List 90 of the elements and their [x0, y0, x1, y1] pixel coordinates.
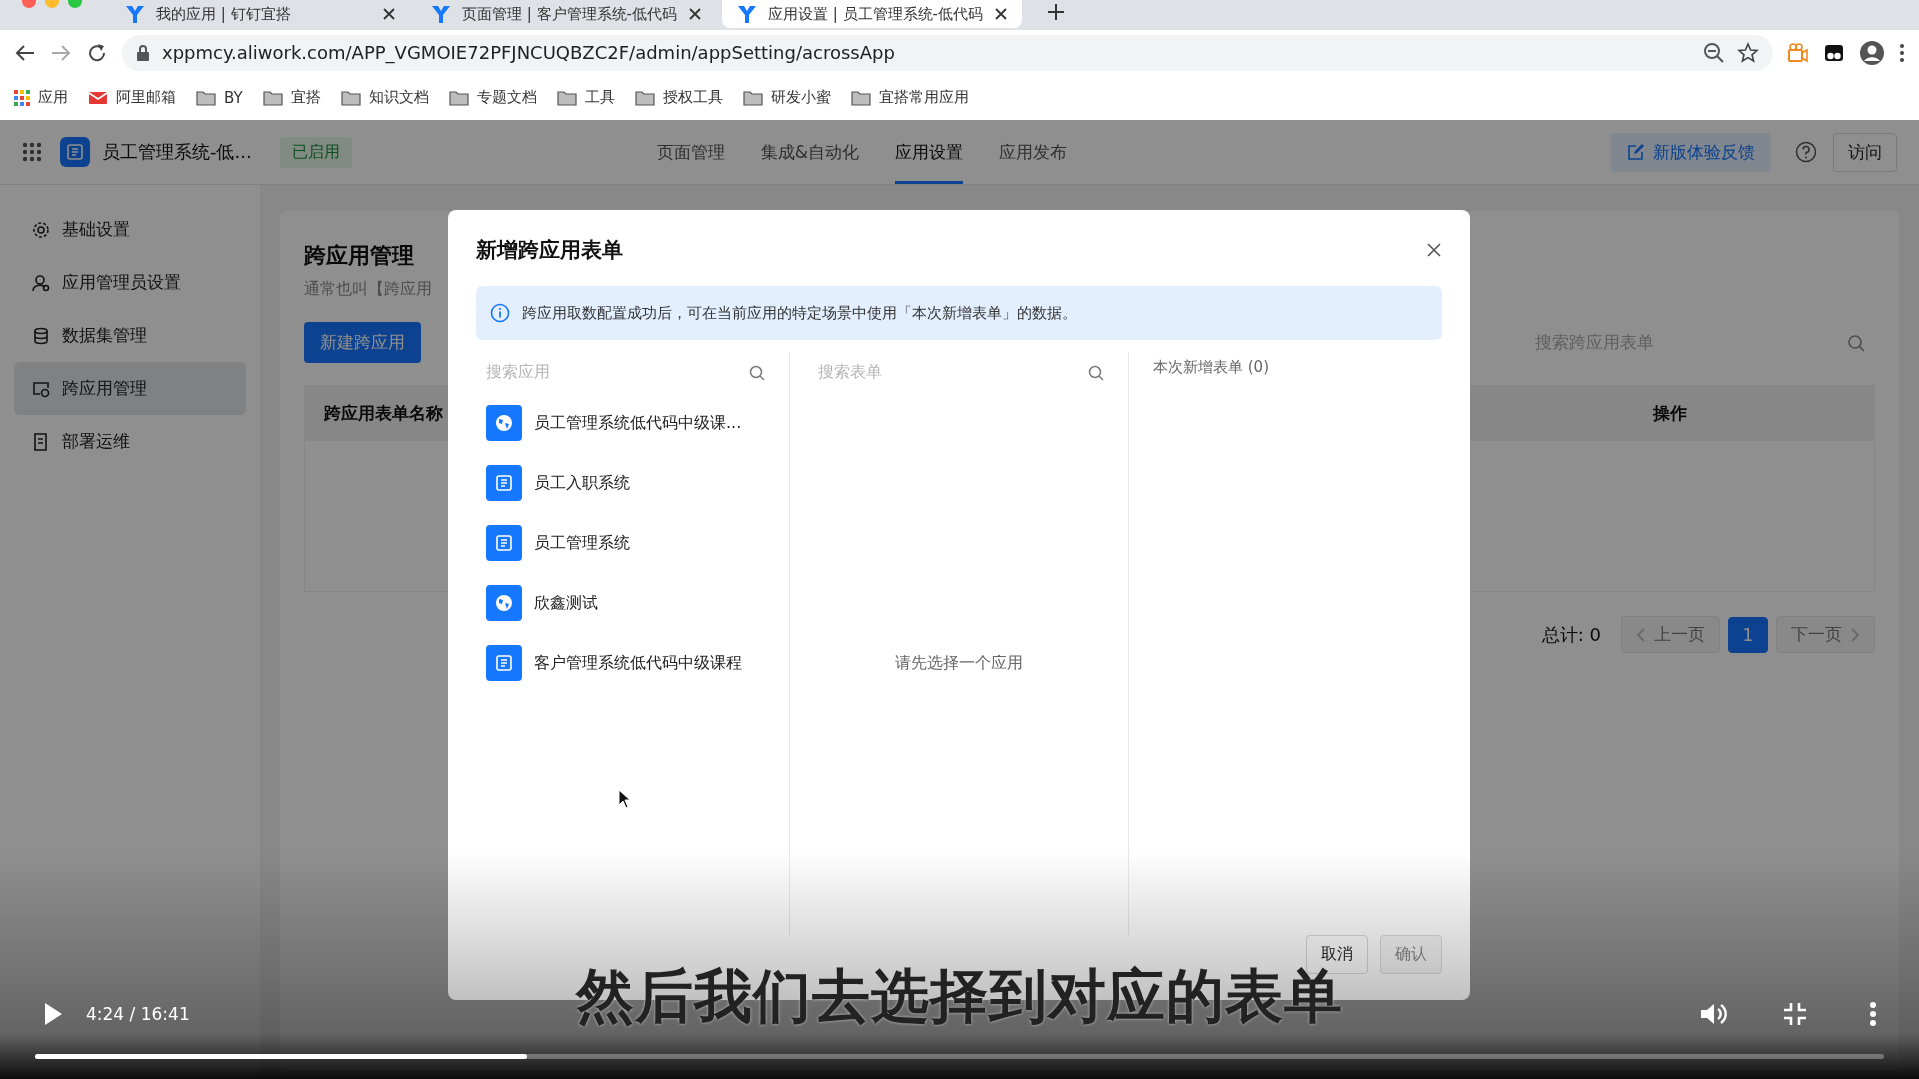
- form-icon: [496, 475, 512, 491]
- tab-favicon-icon: [430, 3, 452, 25]
- close-icon[interactable]: [688, 7, 702, 21]
- user-icon: [32, 273, 50, 292]
- bookmark[interactable]: 授权工具: [634, 88, 723, 107]
- close-icon[interactable]: [382, 7, 396, 21]
- close-icon[interactable]: [994, 7, 1008, 21]
- page-description: 通常也叫【跨应用: [304, 279, 433, 300]
- browser-tab[interactable]: 页面管理 | 客户管理系统-低代码: [416, 0, 716, 28]
- total-count: 总计: 0: [1541, 622, 1601, 647]
- globe-icon: [495, 414, 513, 432]
- app-list-item[interactable]: 员工管理系统: [476, 513, 789, 573]
- bookmark[interactable]: 宜搭常用应用: [850, 88, 969, 107]
- folder-icon: [556, 89, 577, 106]
- form-icon: [496, 535, 512, 551]
- folder-icon: [448, 89, 469, 106]
- form-icon: [67, 144, 83, 160]
- apps-grid-icon: [14, 89, 30, 106]
- nav-tab[interactable]: 应用设置: [894, 120, 963, 184]
- camera-icon[interactable]: [1787, 41, 1809, 64]
- search-icon: [1088, 364, 1104, 381]
- lock-icon: [136, 44, 150, 61]
- app-grid-icon[interactable]: [22, 142, 42, 162]
- sidebar-item[interactable]: 应用管理员设置: [14, 256, 246, 309]
- document-icon: [32, 432, 50, 451]
- screen-icon: [32, 379, 50, 398]
- new-tab-icon[interactable]: [1046, 2, 1066, 22]
- tab-favicon-icon: [736, 3, 758, 25]
- folder-icon: [634, 89, 655, 106]
- reload-icon[interactable]: [86, 41, 108, 64]
- info-message: 跨应用取数配置成功后，可在当前应用的特定场景中使用「本次新增表单」的数据。: [522, 303, 1077, 323]
- browser-tab[interactable]: 我的应用 | 钉钉宜搭: [110, 0, 410, 28]
- visit-button[interactable]: 访问: [1833, 132, 1897, 172]
- empty-message: 请先选择一个应用: [895, 653, 1023, 674]
- zoom-out-icon[interactable]: [1703, 41, 1725, 64]
- sidebar-item[interactable]: 基础设置: [14, 203, 246, 256]
- bookmark[interactable]: 研发小蜜: [742, 88, 831, 107]
- app-list-item[interactable]: 客户管理系统低代码中级课程: [476, 633, 789, 693]
- exit-fullscreen-icon[interactable]: [1783, 1002, 1807, 1026]
- app-name: 员工管理系统-低...: [102, 140, 252, 164]
- app-list-item[interactable]: 欣鑫测试: [476, 573, 789, 633]
- nav-tab[interactable]: 集成&自动化: [760, 120, 859, 184]
- globe-icon: [495, 594, 513, 612]
- dialog-title: 新增跨应用表单: [476, 237, 624, 264]
- play-icon[interactable]: [42, 1001, 64, 1027]
- chevron-left-icon: [1636, 626, 1646, 643]
- bookmark[interactable]: BY: [196, 88, 243, 107]
- folder-icon: [196, 89, 216, 106]
- playback-time: 4:24 / 16:41: [86, 1004, 190, 1024]
- nav-tab[interactable]: 应用发布: [998, 120, 1067, 184]
- gear-icon: [32, 220, 50, 239]
- app-list-item[interactable]: 员工管理系统低代码中级课...: [476, 393, 789, 453]
- browser-tab[interactable]: 应用设置 | 员工管理系统-低代码: [722, 0, 1022, 28]
- mouse-cursor-icon: [618, 789, 632, 809]
- account-icon[interactable]: [1859, 39, 1885, 66]
- sidebar-item[interactable]: 数据集管理: [14, 309, 246, 362]
- app-list-item[interactable]: 员工入职系统: [476, 453, 789, 513]
- sidebar-item[interactable]: 部署运维: [14, 415, 246, 468]
- bookmark[interactable]: 阿里邮箱: [88, 88, 176, 107]
- folder-icon: [262, 89, 283, 106]
- folder-icon: [850, 89, 871, 106]
- bookmark[interactable]: 知识文档: [340, 88, 429, 107]
- chevron-right-icon: [1850, 626, 1860, 643]
- bookmark[interactable]: 应用: [14, 88, 68, 107]
- bookmark[interactable]: 专题文档: [448, 88, 537, 107]
- selected-forms-title: 本次新增表单 (0): [1152, 357, 1270, 378]
- tab-favicon-icon: [124, 3, 146, 25]
- bookmark[interactable]: 工具: [556, 88, 615, 107]
- column-header: 跨应用表单名称: [324, 401, 443, 425]
- close-icon[interactable]: [1426, 242, 1442, 258]
- folder-icon: [742, 89, 763, 106]
- search-icon: [749, 364, 765, 381]
- address-bar[interactable]: xppmcy.aliwork.com/APP_VGMOIE72PFJNCUQBZC2F/admin/appSetting/acrossApp: [122, 34, 1773, 71]
- column-header: 操作: [1653, 401, 1687, 425]
- more-icon[interactable]: [1899, 41, 1905, 64]
- page-title: 跨应用管理: [304, 242, 414, 270]
- help-icon[interactable]: [1795, 141, 1817, 163]
- mail-icon: [88, 89, 108, 106]
- database-icon: [32, 326, 50, 345]
- form-icon: [496, 655, 512, 671]
- folder-icon: [340, 89, 361, 106]
- nav-tab[interactable]: 页面管理: [656, 120, 725, 184]
- search-icon: [1847, 333, 1865, 352]
- bookmark[interactable]: 宜搭: [262, 88, 321, 107]
- more-icon[interactable]: [1869, 1001, 1877, 1027]
- status-badge: 已启用: [279, 136, 352, 168]
- edit-icon: [1627, 143, 1645, 161]
- info-icon: [490, 303, 510, 323]
- sidebar-item[interactable]: 跨应用管理: [14, 362, 246, 415]
- star-icon[interactable]: [1737, 41, 1759, 64]
